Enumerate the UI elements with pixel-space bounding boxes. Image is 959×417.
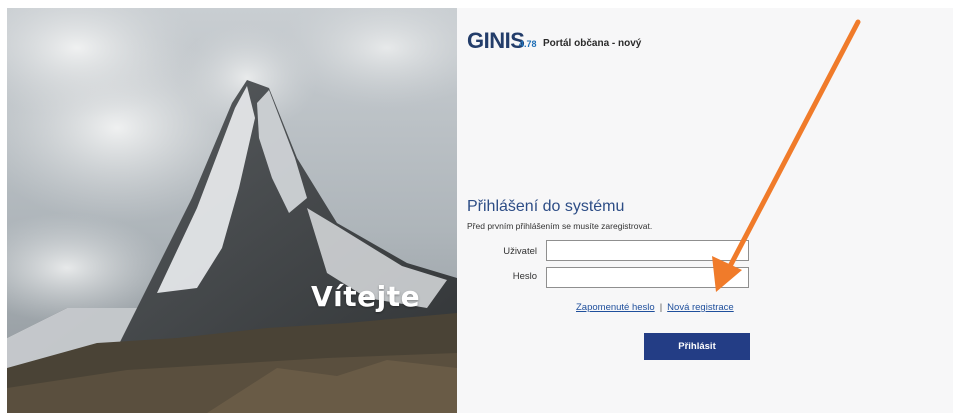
hero-image: Vítejte [7, 8, 457, 413]
username-input[interactable] [546, 240, 749, 261]
login-title: Přihlášení do systému [467, 198, 625, 215]
mountain-illustration [7, 8, 457, 413]
password-label: Heslo [512, 271, 537, 282]
welcome-heading: Vítejte [311, 280, 421, 313]
login-pane: GINIS 4.78 Portál občana - nový Přihláše… [457, 8, 953, 413]
password-input[interactable] [546, 267, 749, 288]
version-label: 4.78 [519, 39, 537, 49]
login-button[interactable]: Přihlásit [644, 333, 750, 360]
portal-name: Portál občana - nový [543, 38, 642, 49]
ginis-logo: GINIS [467, 28, 525, 53]
account-links: Zapomenuté heslo | Nová registrace [576, 302, 734, 313]
username-label: Uživatel [503, 246, 537, 257]
link-separator: | [659, 302, 663, 313]
forgot-password-link[interactable]: Zapomenuté heslo [576, 302, 655, 313]
registration-note: Před prvním přihlášením se musíte zaregi… [467, 221, 653, 231]
register-link[interactable]: Nová registrace [667, 302, 734, 313]
